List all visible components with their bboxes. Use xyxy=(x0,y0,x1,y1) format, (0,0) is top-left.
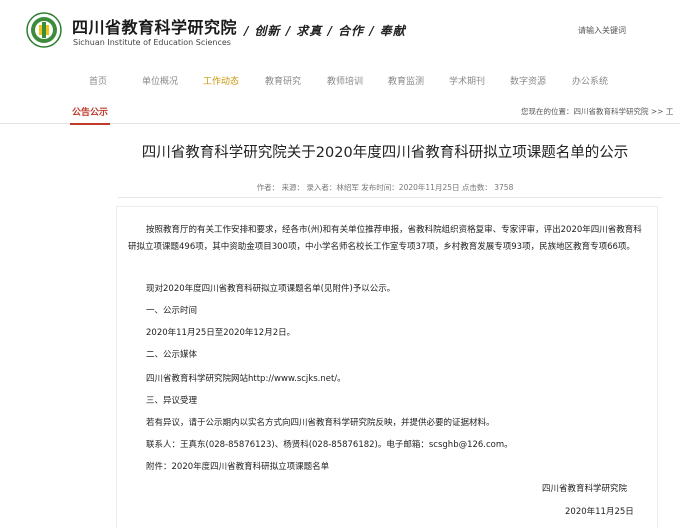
section-underline xyxy=(70,123,110,125)
section-title[interactable]: 公告公示 xyxy=(72,105,108,118)
main-nav: 首页 单位概况 工作动态 教育研究 教师培训 教育监测 学术期刊 数字资源 办公… xyxy=(0,70,680,90)
motto: / 创新 / 求真 / 合作 / 奉献 xyxy=(244,24,406,38)
nav-item-home[interactable]: 首页 xyxy=(89,74,107,87)
nav-item-office[interactable]: 办公系统 xyxy=(572,74,608,87)
heading-period: 一、公示时间 xyxy=(146,306,198,316)
section-bar: 公告公示 您现在的位置：四川省教育科学研究院 >> 工 xyxy=(0,96,680,125)
media-text: 四川省教育科学研究院网站http://www.scjks.net/。 xyxy=(146,374,346,384)
article-title: 四川省教育科学研究院关于2020年度四川省教育科研拟立项课题名单的公示 xyxy=(141,145,629,161)
nav-item-news[interactable]: 工作动态 xyxy=(203,74,239,87)
objection-text: 若有异议，请于公示期内以实名方式向四川省教育科学研究院反映，并提供必要的证据材料… xyxy=(146,418,495,428)
institute-logo-icon[interactable] xyxy=(26,12,62,48)
period-text: 2020年11月25日至2020年12月2日。 xyxy=(146,328,296,338)
nav-item-about[interactable]: 单位概况 xyxy=(142,74,178,87)
signature-date: 2020年11月25日 xyxy=(565,507,634,517)
breadcrumb[interactable]: 您现在的位置：四川省教育科学研究院 >> 工 xyxy=(521,106,673,117)
nav-item-resources[interactable]: 数字资源 xyxy=(510,74,546,87)
notice-paragraph: 现对2020年度四川省教育科研拟立项课题名单(见附件)予以公示。 xyxy=(146,284,396,294)
nav-item-monitoring[interactable]: 教育监测 xyxy=(388,74,424,87)
nav-item-research[interactable]: 教育研究 xyxy=(265,74,301,87)
signature: 四川省教育科学研究院 xyxy=(542,484,628,494)
intro-paragraph: 按照教育厅的有关工作安排和要求，经各市(州)和有关单位推荐申报，省教科院组织资格… xyxy=(128,225,642,252)
nav-item-training[interactable]: 教师培训 xyxy=(327,74,363,87)
org-name-cn[interactable]: 四川省教育科学研究院 xyxy=(72,14,237,38)
site-header: 四川省教育科学研究院 Sichuan Institute of Educatio… xyxy=(0,0,680,64)
search-input[interactable]: 请输入关键词 xyxy=(578,25,626,36)
meta-divider xyxy=(118,197,662,198)
article-meta: 作者： 来源： 录入者：林绍军 发布时间：2020年11月25日 点击数： 37… xyxy=(256,183,514,192)
attachment-link[interactable]: 附件：2020年度四川省教育科研拟立项课题名单 xyxy=(146,459,329,476)
org-name-en: Sichuan Institute of Education Sciences xyxy=(73,38,231,47)
heading-media: 二、公示媒体 xyxy=(146,350,198,360)
contact-text: 联系人：王真东(028-85876123)、杨贤科(028-85876182)。… xyxy=(146,440,513,450)
nav-item-journal[interactable]: 学术期刊 xyxy=(449,74,485,87)
heading-objection: 三、异议受理 xyxy=(146,396,198,406)
